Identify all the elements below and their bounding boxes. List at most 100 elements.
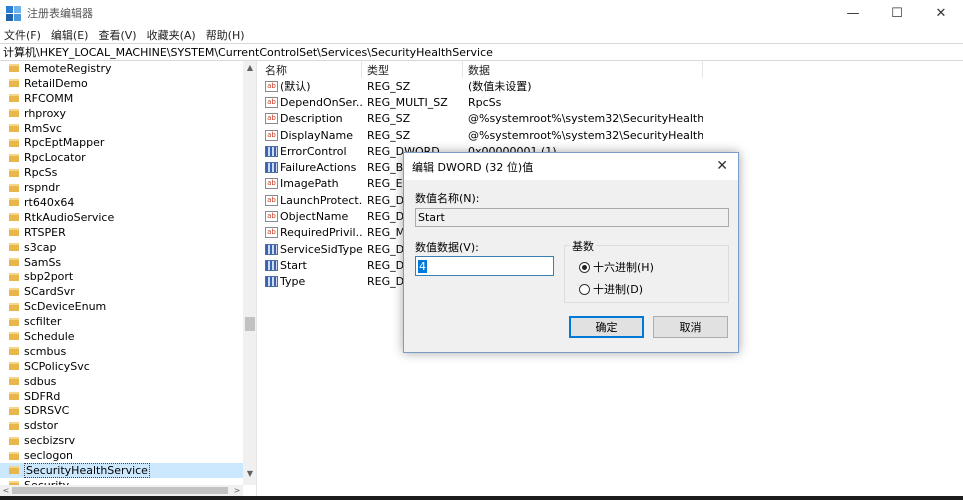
tree-item-label: sbp2port — [24, 270, 74, 284]
string-value-icon: ab — [265, 96, 278, 108]
tree-item[interactable]: RpcLocator — [0, 150, 243, 165]
tree-item[interactable]: RpcEptMapper — [0, 135, 243, 150]
radio-hex[interactable]: 十六进制(H) — [579, 259, 654, 275]
tree-item[interactable]: secbizsrv — [0, 433, 243, 448]
tree-item[interactable]: sdbus — [0, 374, 243, 389]
string-value-icon: ab — [265, 80, 278, 92]
folder-icon — [9, 287, 19, 296]
value-name-cell: ErrorControl — [260, 145, 362, 158]
tree-item[interactable]: s3cap — [0, 240, 243, 255]
tree-item[interactable]: RmSvc — [0, 121, 243, 136]
tree-item-label: SCardSvr — [24, 285, 75, 299]
tree-item[interactable]: RpcSs — [0, 165, 243, 180]
menu-view[interactable]: 查看(V) — [93, 27, 141, 43]
tree-item[interactable]: RtkAudioService — [0, 210, 243, 225]
value-name: ImagePath — [280, 177, 339, 191]
dialog-title: 编辑 DWORD (32 位)值 — [412, 160, 534, 174]
value-name: ErrorControl — [280, 144, 347, 158]
minimize-button[interactable]: — — [831, 0, 875, 26]
tree-item[interactable]: SDFRd — [0, 389, 243, 404]
menu-file[interactable]: 文件(F) — [0, 27, 46, 43]
tree-item[interactable]: SecurityHealthService — [0, 463, 243, 478]
value-name-label: 数值名称(N): — [415, 192, 480, 205]
tree-item[interactable]: seclogon — [0, 448, 243, 463]
radio-dec[interactable]: 十进制(D) — [579, 281, 643, 297]
value-data: @%systemroot%\system32\SecurityHealthAg.… — [468, 112, 703, 126]
tree-vertical-scrollbar[interactable]: ▲ ▼ — [243, 61, 256, 485]
value-row[interactable]: ab Description REG_SZ @%systemroot%\system3… — [260, 111, 963, 127]
folder-icon — [9, 272, 19, 281]
tree-item[interactable]: sdstor — [0, 418, 243, 433]
value-row[interactable]: ab DisplayName REG_SZ @%systemroot%\system3… — [260, 127, 963, 143]
tree-item[interactable]: ScDeviceEnum — [0, 299, 243, 314]
title-bar: 注册表编辑器 — ☐ ✕ — [0, 0, 963, 26]
string-value-icon: ab — [265, 194, 278, 206]
tree-item[interactable]: RTSPER — [0, 225, 243, 240]
maximize-button[interactable]: ☐ — [875, 0, 919, 26]
tree-hscroll-thumb[interactable] — [12, 487, 228, 494]
menu-favorites[interactable]: 收藏夹(A) — [142, 27, 201, 43]
tree-item-label: rspndr — [24, 181, 60, 195]
tree-item[interactable]: SCardSvr — [0, 284, 243, 299]
tree-item[interactable]: RFCOMM — [0, 91, 243, 106]
value-name-cell: Start — [260, 259, 362, 272]
value-name: (默认) — [280, 80, 311, 94]
folder-icon — [9, 436, 19, 445]
tree-item-label: rt640x64 — [24, 195, 75, 209]
menu-edit[interactable]: 编辑(E) — [46, 27, 94, 43]
string-value-icon: ab — [265, 227, 278, 239]
value-data-input[interactable]: 4 — [415, 256, 554, 276]
window-title: 注册表编辑器 — [27, 7, 93, 20]
tree-item-label: scmbus — [24, 344, 67, 358]
header-type[interactable]: 类型 — [362, 61, 463, 78]
tree-item[interactable]: scmbus — [0, 344, 243, 359]
tree-item[interactable]: SDRSVC — [0, 403, 243, 418]
string-value-icon: ab — [265, 178, 278, 190]
folder-icon — [9, 406, 19, 415]
tree-vscroll-thumb[interactable] — [245, 317, 255, 331]
radio-dec-dot-icon[interactable] — [579, 283, 590, 295]
value-row[interactable]: ab DependOnSer... REG_MULTI_SZ RpcSs — [260, 94, 963, 110]
header-name[interactable]: 名称 — [260, 61, 362, 78]
value-type: REG_SZ — [367, 112, 411, 126]
tree-item[interactable]: rspndr — [0, 180, 243, 195]
value-name-cell: ab Description — [260, 112, 362, 125]
tree-item[interactable]: RemoteRegistry — [0, 61, 243, 76]
scroll-right-arrow-icon[interactable]: > — [231, 485, 243, 496]
tree-item[interactable]: rhproxy — [0, 106, 243, 121]
tree-horizontal-scrollbar[interactable]: < > — [0, 485, 243, 496]
tree-item-label: RpcLocator — [24, 151, 86, 165]
tree-item[interactable]: scfilter — [0, 314, 243, 329]
scroll-down-arrow-icon[interactable]: ▼ — [243, 467, 256, 479]
scroll-left-arrow-icon[interactable]: < — [0, 485, 12, 496]
folder-icon — [9, 94, 19, 103]
ok-button[interactable]: 确定 — [569, 316, 644, 338]
value-name-cell: ab DisplayName — [260, 129, 362, 142]
header-data[interactable]: 数据 — [463, 61, 703, 78]
value-name: DependOnSer... — [280, 95, 362, 109]
folder-icon — [9, 347, 19, 356]
dialog-close-icon[interactable]: ✕ — [716, 158, 728, 174]
folder-icon — [9, 153, 19, 162]
binary-value-icon — [265, 145, 278, 157]
folder-icon — [9, 138, 19, 147]
scroll-up-arrow-icon[interactable]: ▲ — [243, 61, 256, 73]
tree-item[interactable]: Schedule — [0, 329, 243, 344]
tree-item-label: SDRSVC — [24, 404, 70, 418]
tree-item[interactable]: sbp2port — [0, 269, 243, 284]
close-window-button[interactable]: ✕ — [919, 0, 963, 26]
folder-icon — [9, 451, 19, 460]
radio-hex-dot-icon[interactable] — [579, 261, 590, 273]
tree-item[interactable]: SamSs — [0, 255, 243, 270]
tree-item[interactable]: rt640x64 — [0, 195, 243, 210]
tree-item[interactable]: RetailDemo — [0, 76, 243, 91]
menu-help[interactable]: 帮助(H) — [201, 27, 250, 43]
cancel-button[interactable]: 取消 — [653, 316, 728, 338]
value-row[interactable]: ab (默认) REG_SZ (数值未设置) — [260, 78, 963, 94]
address-bar[interactable]: 计算机\HKEY_LOCAL_MACHINE\SYSTEM\CurrentCon… — [0, 43, 963, 61]
value-data-text: 4 — [418, 259, 427, 273]
tree-item-label: RtkAudioService — [24, 210, 115, 224]
folder-icon — [9, 362, 19, 371]
tree-item[interactable]: SCPolicySvc — [0, 359, 243, 374]
radio-hex-label: 十六进制(H) — [593, 261, 654, 274]
